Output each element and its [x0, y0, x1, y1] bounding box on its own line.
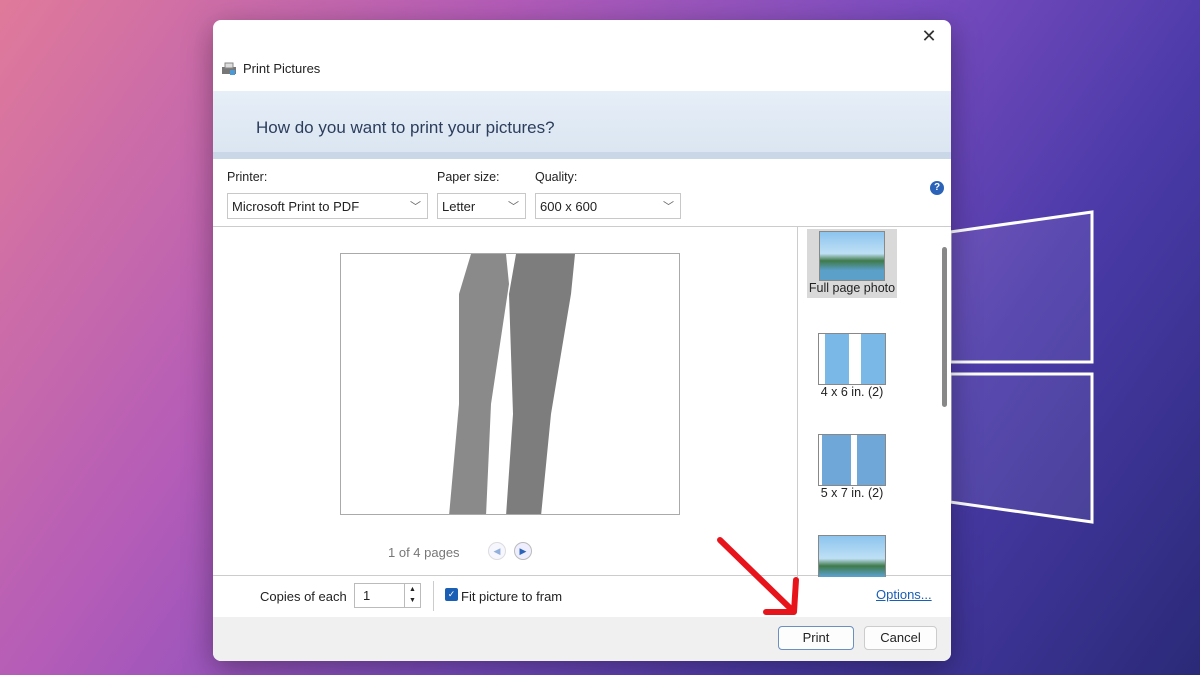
print-pictures-dialog: ✕ Print Pictures How do you want to prin…	[213, 20, 951, 661]
layout-more[interactable]	[807, 535, 897, 577]
fit-checkbox[interactable]: ✓	[445, 588, 458, 601]
quality-label: Quality:	[535, 170, 577, 184]
copies-value: 1	[363, 588, 370, 603]
header-band: How do you want to print your pictures?	[213, 91, 951, 159]
fit-label: Fit picture to fram	[461, 589, 562, 604]
printer-select[interactable]: Microsoft Print to PDF ﹀	[227, 193, 428, 219]
chevron-down-icon: ﹀	[663, 198, 674, 214]
copies-stepper[interactable]: ▲▼	[404, 583, 421, 608]
scrollbar[interactable]	[942, 247, 947, 407]
paper-size-select[interactable]: Letter ﹀	[437, 193, 526, 219]
help-icon[interactable]: ?	[930, 181, 944, 195]
layout-label: Full page photo	[809, 281, 895, 295]
windows-logo	[950, 210, 1110, 530]
layout-5x7[interactable]: 5 x 7 in. (2)	[807, 434, 897, 500]
layout-thumbnail	[818, 434, 886, 486]
divider	[433, 581, 434, 611]
title-bar: Print Pictures	[221, 61, 320, 76]
paper-size-value: Letter	[442, 199, 475, 214]
page-count: 1 of 4 pages	[388, 545, 460, 560]
layout-thumbnail	[818, 535, 886, 577]
layout-list: Full page photo 4 x 6 in. (2) 5 x 7 in. …	[797, 227, 951, 577]
printer-icon	[221, 62, 237, 76]
main-area: 1 of 4 pages ◀ ▶ Full page photo 4 x 6 i…	[213, 226, 951, 576]
chevron-down-icon: ﹀	[508, 198, 519, 214]
previous-page-button[interactable]: ◀	[488, 542, 506, 560]
preview-image	[341, 254, 680, 515]
button-bar: Print Cancel	[213, 617, 951, 661]
printer-label: Printer:	[227, 170, 267, 184]
paper-size-label: Paper size:	[437, 170, 500, 184]
layout-label: 4 x 6 in. (2)	[821, 385, 884, 399]
printer-value: Microsoft Print to PDF	[232, 199, 359, 214]
next-page-button[interactable]: ▶	[514, 542, 532, 560]
cancel-button[interactable]: Cancel	[864, 626, 937, 650]
print-preview	[340, 253, 680, 515]
layout-4x6[interactable]: 4 x 6 in. (2)	[807, 333, 897, 399]
options-link[interactable]: Options...	[876, 587, 932, 602]
red-arrow-annotation	[700, 530, 810, 620]
layout-thumbnail	[819, 231, 885, 281]
quality-select[interactable]: 600 x 600 ﹀	[535, 193, 681, 219]
quality-value: 600 x 600	[540, 199, 597, 214]
layout-thumbnail	[818, 333, 886, 385]
copies-label: Copies of each	[260, 589, 347, 604]
options-bar: Copies of each 1 ▲▼ ✓ Fit picture to fra…	[213, 577, 951, 617]
heading: How do you want to print your pictures?	[256, 118, 555, 138]
print-button[interactable]: Print	[778, 626, 854, 650]
copies-input[interactable]: 1	[354, 583, 404, 608]
chevron-down-icon: ﹀	[410, 198, 421, 214]
layout-full-page[interactable]: Full page photo	[807, 229, 897, 298]
layout-label: 5 x 7 in. (2)	[821, 486, 884, 500]
dialog-title: Print Pictures	[243, 61, 320, 76]
close-button[interactable]: ✕	[917, 26, 941, 47]
